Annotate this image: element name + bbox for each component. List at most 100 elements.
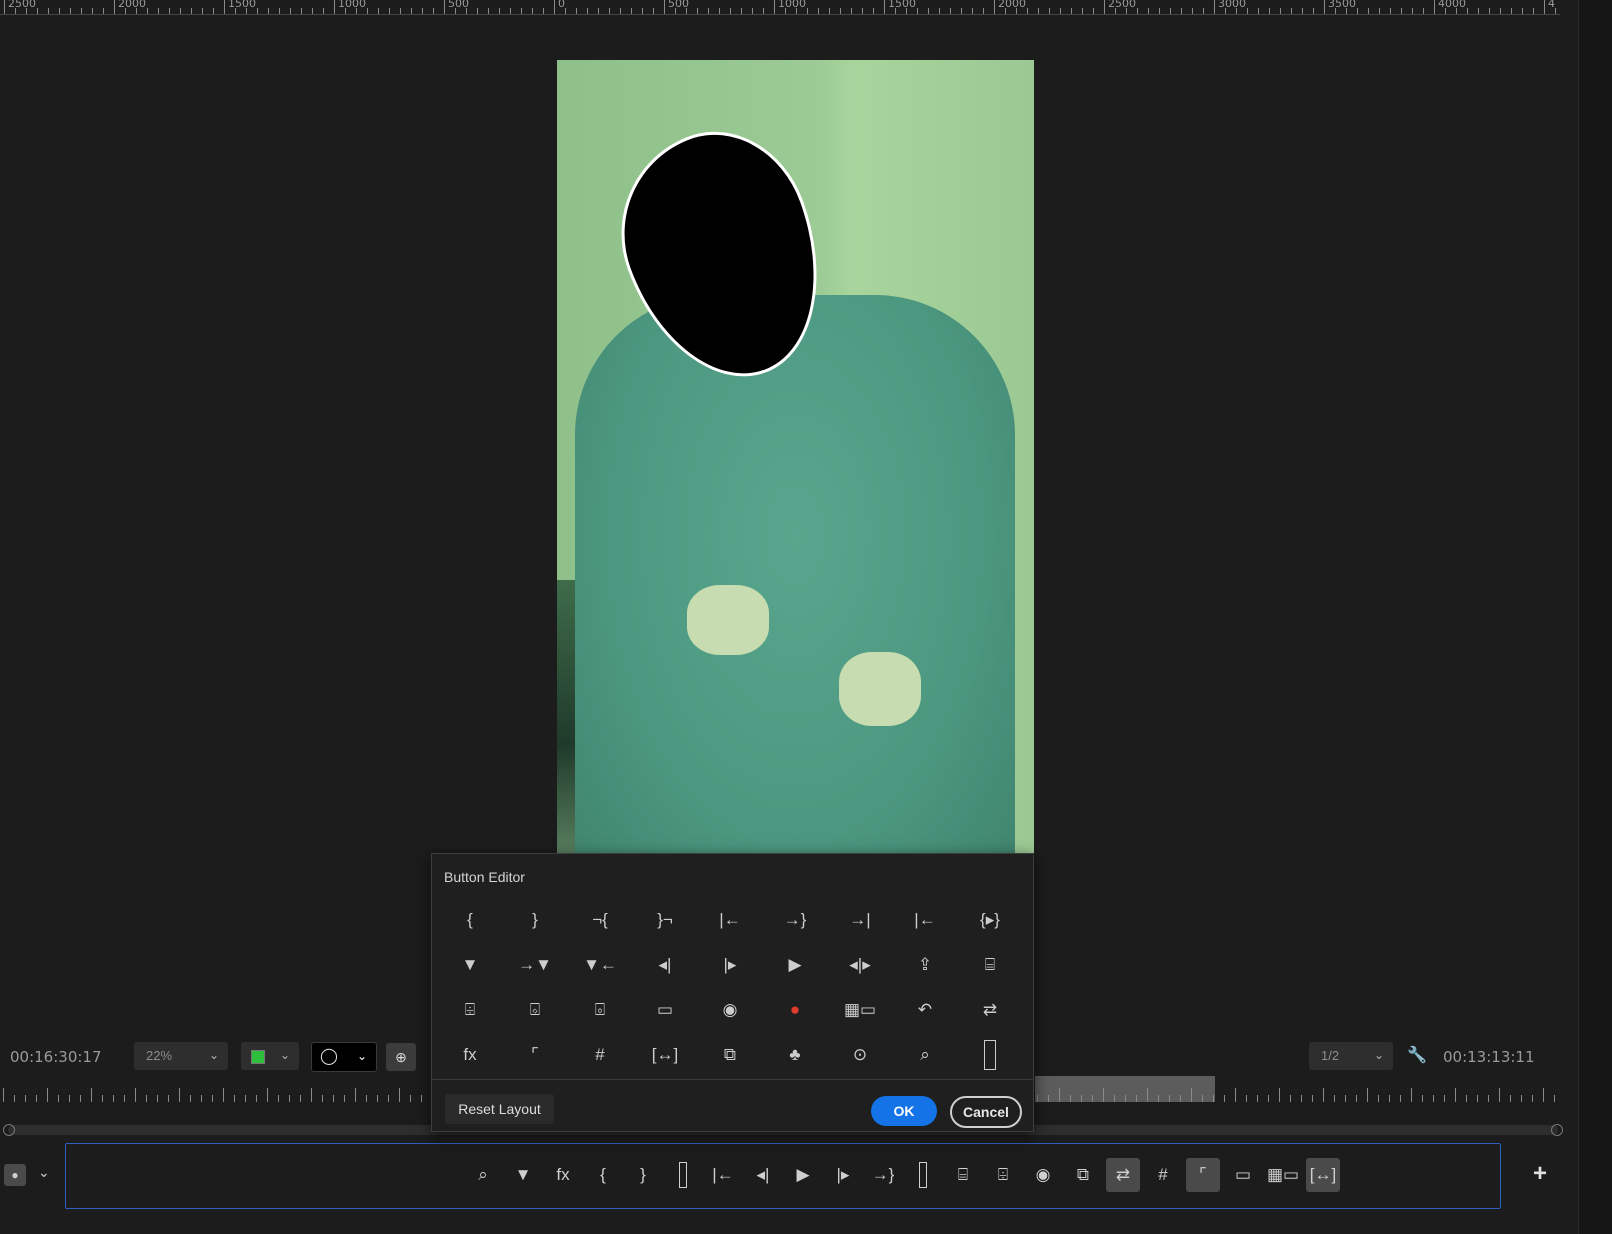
ruler-tick — [1390, 8, 1391, 14]
scrubber-tick — [1312, 1095, 1313, 1102]
spacer-icon[interactable] — [666, 1158, 700, 1192]
comparison-view-icon[interactable]: ⧉ — [710, 1037, 750, 1073]
scrubber-tick — [1356, 1095, 1357, 1102]
ruler-label: 3000 — [1218, 0, 1246, 10]
lift-icon[interactable]: ⌸ — [946, 1158, 980, 1192]
scrubber-tick — [157, 1095, 158, 1102]
scrubber-tick — [1334, 1095, 1335, 1102]
ok-button[interactable]: OK — [871, 1096, 937, 1126]
clear-in-icon[interactable]: ¬{ — [580, 902, 620, 938]
scrubber-tick — [102, 1095, 103, 1102]
ruler-tick — [829, 8, 830, 14]
step-back-icon[interactable]: ◂| — [645, 947, 685, 983]
export-frame-icon[interactable]: ⇪ — [905, 947, 945, 983]
fx-icon[interactable]: fx — [450, 1037, 490, 1073]
add-button[interactable]: + — [1533, 1160, 1547, 1188]
vr-video-icon[interactable]: ⊙ — [840, 1037, 880, 1073]
ruler-tick — [1280, 8, 1281, 14]
record-icon[interactable]: ● — [775, 992, 815, 1028]
proxy-icon[interactable]: ⌕ — [905, 1037, 945, 1073]
show-guides-icon[interactable]: # — [580, 1037, 620, 1073]
mark-in-icon[interactable]: { — [586, 1158, 620, 1192]
show-rulers-icon[interactable]: ⌜ — [515, 1037, 555, 1073]
spacer-icon[interactable] — [970, 1037, 1010, 1073]
go-to-next-marker-icon[interactable]: →▼ — [515, 947, 555, 983]
zoom-handle-right[interactable] — [1551, 1124, 1563, 1136]
overwrite-icon[interactable]: ⌻ — [580, 992, 620, 1028]
play-icon[interactable]: ▶ — [775, 947, 815, 983]
ruler-tick — [1511, 8, 1512, 14]
show-rulers-icon[interactable]: ⌜ — [1186, 1158, 1220, 1192]
reset-layout-button[interactable]: Reset Layout — [445, 1094, 554, 1124]
ruler-tick — [169, 8, 170, 14]
scrubber-tick — [1235, 1088, 1236, 1102]
go-to-in-icon[interactable]: |← — [706, 1158, 740, 1192]
trim-icon[interactable]: ◂|▸ — [840, 947, 880, 983]
show-guides-icon[interactable]: # — [1146, 1158, 1180, 1192]
multi-camera-icon[interactable]: ▦▭ — [1266, 1158, 1300, 1192]
ruler-tick — [939, 8, 940, 14]
ruler-tick — [719, 8, 720, 14]
ruler-tick — [543, 8, 544, 14]
zoom-level-dropdown[interactable]: 22% ⌄ — [134, 1042, 228, 1070]
clear-out-icon[interactable]: }¬ — [645, 902, 685, 938]
ruler-tick — [521, 8, 522, 14]
playback-resolution-dropdown[interactable]: 1/2 ⌄ — [1309, 1042, 1393, 1070]
camera-icon[interactable]: ◉ — [710, 992, 750, 1028]
step-forward-icon[interactable]: |▸ — [826, 1158, 860, 1192]
audio-link-icon[interactable]: ♣ — [775, 1037, 815, 1073]
scrubber-tick — [3, 1088, 4, 1102]
scrubber-tick — [355, 1088, 356, 1102]
ruler-tick — [1027, 8, 1028, 14]
scrubber-tick — [179, 1088, 180, 1102]
step-back-edit-icon[interactable]: |← — [905, 902, 945, 938]
ruler-label: 0 — [558, 0, 565, 10]
multi-camera-icon[interactable]: ▦▭ — [840, 992, 880, 1028]
go-to-previous-marker-icon[interactable]: ▼← — [580, 947, 620, 983]
step-back-icon[interactable]: ◂| — [746, 1158, 780, 1192]
camera-icon[interactable]: ◉ — [1026, 1158, 1060, 1192]
ruler-tick — [1071, 8, 1072, 14]
camera-settings-button[interactable]: ● — [4, 1164, 26, 1186]
scrubber-tick — [234, 1095, 235, 1102]
track-mask-button[interactable]: ⊕ — [386, 1043, 416, 1071]
step-forward-icon[interactable]: |▸ — [710, 947, 750, 983]
spacer-icon[interactable] — [906, 1158, 940, 1192]
go-to-in-icon[interactable]: |← — [710, 902, 750, 938]
go-to-out-icon[interactable]: →} — [866, 1158, 900, 1192]
chevron-down-icon[interactable]: ⌄ — [38, 1164, 50, 1181]
insert-icon[interactable]: ⌺ — [515, 992, 555, 1028]
extract-icon[interactable]: ⌹ — [450, 992, 490, 1028]
ruler-label: 2500 — [8, 0, 36, 10]
swap-icon[interactable]: ⇄ — [1106, 1158, 1140, 1192]
zoom-handle-left[interactable] — [3, 1124, 15, 1136]
swap-icon[interactable]: ⇄ — [970, 992, 1010, 1028]
fx-icon[interactable]: fx — [546, 1158, 580, 1192]
mark-out-icon[interactable]: } — [515, 902, 555, 938]
comparison-view-icon[interactable]: ⧉ — [1066, 1158, 1100, 1192]
snap-icon[interactable]: [↔] — [1306, 1158, 1340, 1192]
add-marker-icon[interactable]: ▼ — [506, 1158, 540, 1192]
add-marker-icon[interactable]: ▼ — [450, 947, 490, 983]
proxy-icon[interactable]: ⌕ — [466, 1158, 500, 1192]
step-forward-edit-icon[interactable]: →| — [840, 902, 880, 938]
play-in-to-out-icon[interactable]: {▸} — [970, 902, 1010, 938]
play-icon[interactable]: ▶ — [786, 1158, 820, 1192]
mark-out-icon[interactable]: } — [626, 1158, 660, 1192]
extract-icon[interactable]: ⌹ — [986, 1158, 1020, 1192]
ruler-tick — [994, 0, 995, 14]
mask-tool-dropdown[interactable]: ◯ ⌄ — [311, 1042, 377, 1072]
camera-icon: ● — [11, 1168, 19, 1182]
playhead-timecode[interactable]: 00:16:30:17 — [10, 1048, 102, 1066]
wrench-icon[interactable]: 🔧 — [1407, 1045, 1427, 1065]
go-to-out-icon[interactable]: →} — [775, 902, 815, 938]
cancel-button[interactable]: Cancel — [950, 1096, 1022, 1128]
display-mode-dropdown[interactable]: ⌄ — [241, 1042, 299, 1070]
snap-icon[interactable]: [↔] — [645, 1037, 685, 1073]
scrubber-tick — [377, 1095, 378, 1102]
safe-margins-icon[interactable]: ▭ — [1226, 1158, 1260, 1192]
mark-in-icon[interactable]: { — [450, 902, 490, 938]
safe-margins-icon[interactable]: ▭ — [645, 992, 685, 1028]
lift-icon[interactable]: ⌸ — [970, 947, 1010, 983]
loop-icon[interactable]: ↶ — [905, 992, 945, 1028]
